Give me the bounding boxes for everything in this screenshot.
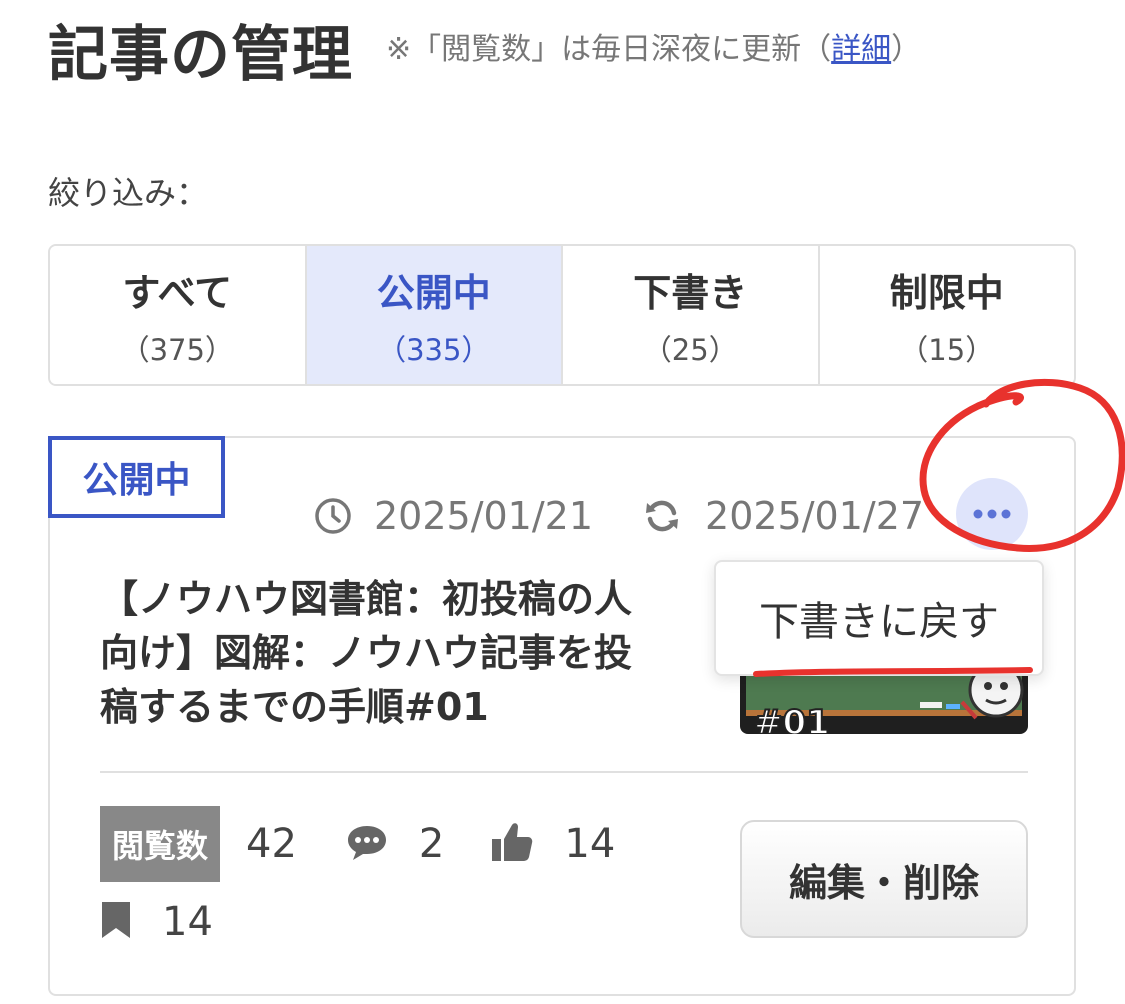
updated-date: 2025/01/27	[705, 494, 925, 538]
page-title: 記事の管理	[48, 20, 353, 90]
likes-count: 14	[564, 821, 616, 867]
more-options-button[interactable]	[956, 478, 1028, 550]
tab-count: （25）	[642, 332, 738, 367]
article-title[interactable]: 【ノウハウ図書館：初投稿の人 向け】図解：ノウハウ記事を投 稿するまでの手順#0…	[100, 572, 700, 734]
views-count: 42	[246, 821, 297, 867]
article-stats: 閲覧数 42 2 14 14	[100, 806, 700, 960]
tab-label: 公開中	[376, 270, 491, 315]
tab-label: 下書き	[633, 270, 748, 315]
speech-bubble-icon	[345, 822, 389, 866]
filter-tabs: すべて （375） 公開中 （335） 下書き （25） 制限中 （15）	[48, 244, 1076, 386]
bookmark-icon	[100, 900, 132, 944]
stat-row: 14	[100, 884, 700, 960]
tab-label: すべて	[122, 270, 233, 315]
thumbnail-text: #01	[754, 703, 830, 734]
article-management-page: 記事の管理 ※「閲覧数」は毎日深夜に更新（詳細） 絞り込み： すべて （375）…	[0, 0, 1125, 1004]
filter-tab-all[interactable]: すべて （375）	[50, 246, 307, 384]
note-text: ※「閲覧数」は毎日深夜に更新（	[386, 32, 832, 67]
views-label: 閲覧数	[100, 806, 221, 882]
title-line: 向け】図解：ノウハウ記事を投	[100, 631, 633, 675]
article-dates: 2025/01/21 2025/01/27	[314, 494, 924, 538]
tab-count: （335）	[377, 332, 491, 367]
refresh-icon	[643, 497, 681, 535]
ellipsis-icon	[971, 505, 1013, 524]
note-close-paren: ）	[891, 32, 922, 67]
details-link[interactable]: 詳細	[831, 32, 891, 67]
filter-tab-restricted[interactable]: 制限中 （15）	[819, 246, 1074, 384]
title-line: 【ノウハウ図書館：初投稿の人	[100, 577, 633, 621]
comments-count: 2	[418, 821, 445, 867]
tab-label: 制限中	[889, 270, 1004, 315]
bookmarks-count: 14	[162, 899, 213, 945]
title-line: 稿するまでの手順#01	[100, 685, 489, 729]
status-badge: 公開中	[48, 436, 225, 518]
clock-icon	[314, 497, 352, 535]
published-date: 2025/01/21	[374, 494, 594, 538]
article-card: 公開中 2025/01/21 2025/01/27 【ノウハウ図書館：初投稿の人…	[48, 436, 1076, 996]
filter-label: 絞り込み：	[48, 174, 209, 212]
revert-to-draft-item[interactable]: 下書きに戻す	[716, 562, 1042, 674]
views-update-note: ※「閲覧数」は毎日深夜に更新（詳細）	[386, 24, 921, 68]
filter-tab-published[interactable]: 公開中 （335）	[306, 246, 563, 384]
more-options-menu: 下書きに戻す	[714, 560, 1044, 676]
tab-count: （375）	[120, 332, 234, 367]
thumbs-up-icon	[490, 821, 534, 867]
filter-tab-drafts[interactable]: 下書き （25）	[563, 246, 820, 384]
card-divider	[100, 771, 1028, 773]
tab-count: （15）	[899, 332, 995, 367]
stat-row: 閲覧数 42 2 14	[100, 806, 700, 882]
edit-delete-button[interactable]: 編集・削除	[740, 820, 1028, 938]
